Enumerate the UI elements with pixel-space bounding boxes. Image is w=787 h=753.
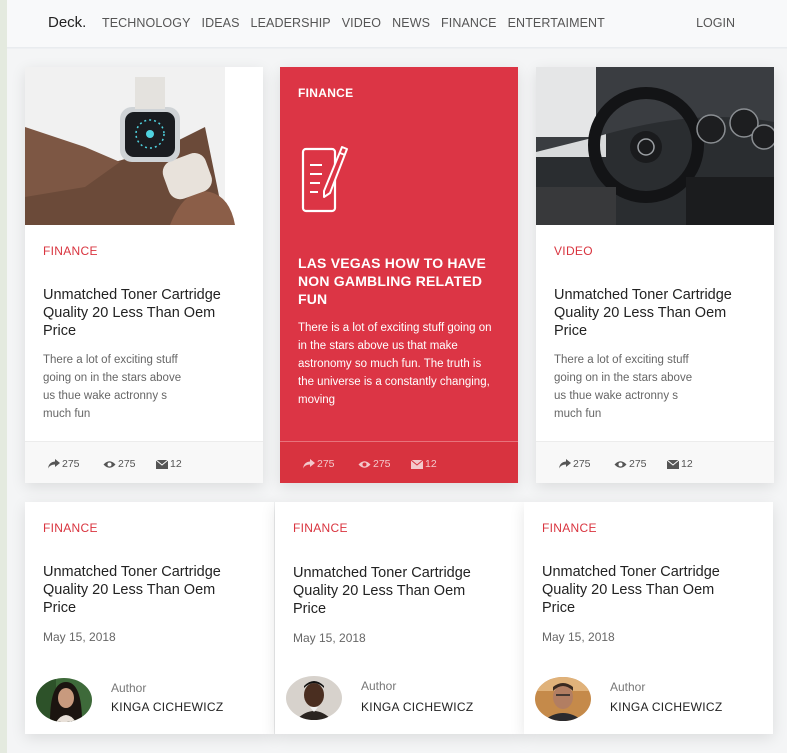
nav-link-news[interactable]: NEWS (392, 16, 430, 30)
nav-link-entertaiment[interactable]: ENTERTAIMENT (508, 16, 605, 30)
share-icon (303, 459, 315, 469)
author-label: Author (610, 680, 646, 694)
nav-links: TECHNOLOGY IDEAS LEADERSHIP VIDEO NEWS F… (102, 16, 616, 30)
category-label[interactable]: FINANCE (298, 86, 353, 100)
category-label[interactable]: FINANCE (43, 244, 98, 258)
comment-count-value: 12 (170, 458, 182, 470)
share-count[interactable]: 275 (559, 458, 591, 470)
envelope-icon (411, 459, 423, 469)
author-name[interactable]: KINGA CICHEWICZ (111, 700, 224, 714)
view-count[interactable]: 275 (103, 458, 136, 470)
author-label: Author (111, 681, 147, 695)
avatar[interactable] (286, 676, 342, 720)
article-excerpt: There is a lot of exciting stuff going o… (298, 322, 492, 406)
article-title[interactable]: Unmatched Toner Cartridge Quality 20 Les… (554, 286, 754, 340)
brand-logo[interactable]: Deck. (48, 14, 86, 31)
article-date: May 15, 2018 (43, 630, 116, 644)
view-count-value: 275 (629, 458, 647, 470)
comment-count[interactable]: 12 (156, 458, 182, 470)
nav-link-finance[interactable]: FINANCE (441, 16, 497, 30)
category-label[interactable]: FINANCE (293, 521, 348, 535)
comment-count[interactable]: 12 (411, 458, 437, 470)
article-title[interactable]: LAS VEGAS HOW TO HAVE NON GAMBLING RELAT… (298, 254, 498, 308)
article-title[interactable]: Unmatched Toner Cartridge Quality 20 Les… (293, 564, 498, 618)
category-label[interactable]: VIDEO (554, 244, 593, 258)
card-stats-bar: 275 275 12 (536, 441, 774, 483)
share-count-value: 275 (317, 458, 335, 470)
top-navbar: Deck. TECHNOLOGY IDEAS LEADERSHIP VIDEO … (7, 0, 787, 48)
share-count-value: 275 (62, 458, 80, 470)
article-title[interactable]: Unmatched Toner Cartridge Quality 20 Les… (43, 286, 223, 340)
eye-icon (103, 460, 116, 468)
article-excerpt: There a lot of exciting stuff going on i… (43, 354, 182, 420)
share-count-value: 275 (573, 458, 591, 470)
article-excerpt: There a lot of exciting stuff going on i… (554, 354, 693, 420)
share-icon (48, 459, 60, 469)
article-date: May 15, 2018 (293, 631, 366, 645)
nav-link-video[interactable]: VIDEO (342, 16, 381, 30)
share-count[interactable]: 275 (48, 458, 80, 470)
view-count[interactable]: 275 (614, 458, 647, 470)
article-date: May 15, 2018 (542, 630, 615, 644)
card-stats-bar: 275 275 12 (25, 441, 263, 483)
car-interior-photo (536, 67, 774, 225)
view-count[interactable]: 275 (358, 458, 391, 470)
author-article-card[interactable]: FINANCE Unmatched Toner Cartridge Qualit… (275, 502, 524, 734)
share-count[interactable]: 275 (303, 458, 335, 470)
avatar[interactable] (36, 678, 92, 722)
featured-article-card[interactable]: FINANCE LAS VEGAS HOW TO HAVE NON GAMBLI… (280, 67, 518, 483)
share-icon (559, 459, 571, 469)
comment-count-value: 12 (681, 458, 693, 470)
author-label: Author (361, 679, 397, 693)
comment-count[interactable]: 12 (667, 458, 693, 470)
author-name[interactable]: KINGA CICHEWICZ (610, 700, 723, 714)
article-title[interactable]: Unmatched Toner Cartridge Quality 20 Les… (542, 563, 747, 617)
envelope-icon (156, 459, 168, 469)
view-count-value: 275 (373, 458, 391, 470)
window-left-edge (0, 0, 7, 753)
card-stats-bar: 275 275 12 (280, 441, 518, 483)
category-label[interactable]: FINANCE (43, 521, 98, 535)
author-name[interactable]: KINGA CICHEWICZ (361, 700, 474, 714)
article-card[interactable]: FINANCE Unmatched Toner Cartridge Qualit… (25, 67, 263, 483)
article-title[interactable]: Unmatched Toner Cartridge Quality 20 Les… (43, 563, 248, 617)
eye-icon (614, 460, 627, 468)
nav-link-ideas[interactable]: IDEAS (202, 16, 240, 30)
category-label[interactable]: FINANCE (542, 521, 597, 535)
author-article-card[interactable]: FINANCE Unmatched Toner Cartridge Qualit… (25, 502, 274, 734)
eye-icon (358, 460, 371, 468)
login-link[interactable]: LOGIN (696, 16, 735, 30)
author-article-card[interactable]: FINANCE Unmatched Toner Cartridge Qualit… (524, 502, 773, 734)
nav-link-technology[interactable]: TECHNOLOGY (102, 16, 191, 30)
article-card[interactable]: VIDEO Unmatched Toner Cartridge Quality … (536, 67, 774, 483)
envelope-icon (667, 459, 679, 469)
avatar[interactable] (535, 677, 591, 721)
comment-count-value: 12 (425, 458, 437, 470)
document-pen-icon (301, 146, 348, 213)
view-count-value: 275 (118, 458, 136, 470)
smartwatch-photo (25, 67, 263, 225)
nav-link-leadership[interactable]: LEADERSHIP (251, 16, 331, 30)
